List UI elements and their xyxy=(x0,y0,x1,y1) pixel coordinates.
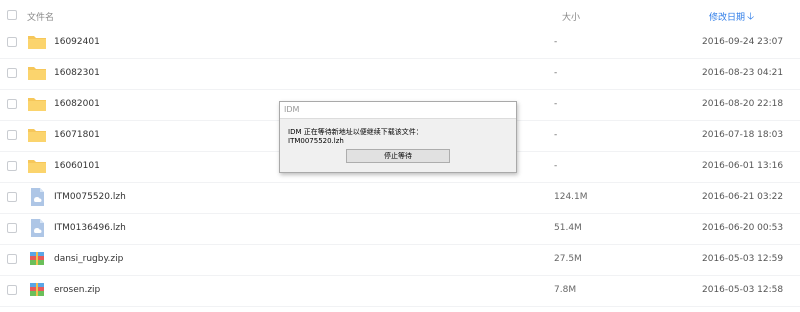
dialog-message: IDM 正在等待新地址以便继续下载该文件： xyxy=(288,128,423,136)
file-date: 2016-06-20 00:53 xyxy=(702,223,784,233)
folder-icon xyxy=(27,125,47,145)
file-name[interactable]: 16060101 xyxy=(54,161,100,171)
row-checkbox[interactable] xyxy=(7,192,17,202)
file-size: 27.5M xyxy=(554,254,582,264)
file-row[interactable]: 16092401 - 2016-09-24 23:07 xyxy=(0,27,800,59)
file-size: 124.1M xyxy=(554,192,588,202)
row-checkbox[interactable] xyxy=(7,223,17,233)
archive-icon xyxy=(27,249,47,269)
cloud-file-icon xyxy=(27,187,47,207)
file-name[interactable]: 16082001 xyxy=(54,99,100,109)
folder-icon xyxy=(27,63,47,83)
file-size: - xyxy=(554,99,558,109)
folder-icon xyxy=(27,156,47,176)
file-row[interactable]: erosen.zip 7.8M 2016-05-03 12:58 xyxy=(0,275,800,307)
dialog-filename: ITM0075520.lzh xyxy=(288,137,344,145)
file-date: 2016-06-01 13:16 xyxy=(702,161,784,171)
folder-icon xyxy=(27,94,47,114)
file-date: 2016-05-03 12:59 xyxy=(702,254,784,264)
file-size: - xyxy=(554,161,558,171)
file-size: - xyxy=(554,130,558,140)
sort-arrow-down-icon[interactable]: 🡣 xyxy=(747,9,754,26)
file-row[interactable]: dansi_rugby.zip 27.5M 2016-05-03 12:59 xyxy=(0,244,800,276)
idm-dialog: IDM IDM 正在等待新地址以便继续下载该文件： ITM0075520.lzh… xyxy=(279,101,517,173)
file-date: 2016-06-21 03:22 xyxy=(702,192,784,202)
folder-icon xyxy=(27,32,47,52)
file-name[interactable]: 16082301 xyxy=(54,68,100,78)
file-name[interactable]: dansi_rugby.zip xyxy=(54,254,123,264)
row-checkbox[interactable] xyxy=(7,285,17,295)
row-checkbox[interactable] xyxy=(7,99,17,109)
file-name[interactable]: ITM0075520.lzh xyxy=(54,192,126,202)
column-header-name[interactable]: 文件名 xyxy=(27,10,54,23)
file-row[interactable]: ITM0075520.lzh 124.1M 2016-06-21 03:22 xyxy=(0,182,800,214)
file-size: 51.4M xyxy=(554,223,582,233)
archive-icon xyxy=(27,280,47,300)
file-size: - xyxy=(554,68,558,78)
select-all-checkbox[interactable] xyxy=(7,10,17,20)
file-name[interactable]: erosen.zip xyxy=(54,285,100,295)
file-name[interactable]: 16092401 xyxy=(54,37,100,47)
file-row[interactable]: ITM0136496.lzh 51.4M 2016-06-20 00:53 xyxy=(0,213,800,245)
dialog-title: IDM xyxy=(284,105,300,114)
cloud-file-icon xyxy=(27,218,47,238)
row-checkbox[interactable] xyxy=(7,254,17,264)
file-size: 7.8M xyxy=(554,285,577,295)
file-date: 2016-05-03 12:58 xyxy=(702,285,784,295)
file-list-header: 文件名 大小 修改日期 🡣 xyxy=(0,0,800,30)
file-name[interactable]: ITM0136496.lzh xyxy=(54,223,126,233)
stop-waiting-button[interactable]: 停止等待 xyxy=(346,149,450,163)
row-checkbox[interactable] xyxy=(7,161,17,171)
file-date: 2016-08-23 04:21 xyxy=(702,68,784,78)
row-checkbox[interactable] xyxy=(7,37,17,47)
file-name[interactable]: 16071801 xyxy=(54,130,100,140)
row-checkbox[interactable] xyxy=(7,130,17,140)
row-checkbox[interactable] xyxy=(7,68,17,78)
file-date: 2016-07-18 18:03 xyxy=(702,130,784,140)
file-size: - xyxy=(554,37,558,47)
file-date: 2016-08-20 22:18 xyxy=(702,99,784,109)
column-header-date[interactable]: 修改日期 xyxy=(709,10,745,23)
file-row[interactable]: 16082301 - 2016-08-23 04:21 xyxy=(0,58,800,90)
column-header-size[interactable]: 大小 xyxy=(562,10,580,23)
dialog-title-bar[interactable]: IDM xyxy=(280,102,516,119)
file-date: 2016-09-24 23:07 xyxy=(702,37,784,47)
